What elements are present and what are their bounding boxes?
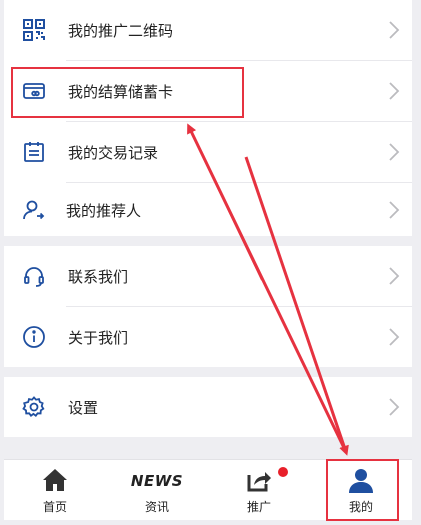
tab-label: 推广 bbox=[246, 500, 271, 514]
menu-item-label: 联系我们 bbox=[68, 267, 129, 286]
calendar-list-icon bbox=[24, 142, 44, 162]
qr-code-icon bbox=[23, 19, 45, 41]
chevron-right-icon bbox=[389, 267, 400, 285]
menu-item-label: 我的交易记录 bbox=[68, 143, 159, 162]
chevron-right-icon bbox=[389, 82, 400, 100]
chevron-right-icon bbox=[389, 398, 400, 416]
notification-dot bbox=[278, 467, 288, 477]
annotation-box-card bbox=[11, 67, 244, 118]
tab-news[interactable]: NEWS 资讯 bbox=[106, 460, 208, 520]
share-icon bbox=[247, 472, 271, 492]
menu-item-label: 关于我们 bbox=[68, 328, 129, 347]
chevron-right-icon bbox=[389, 201, 400, 219]
menu-item-about-us[interactable]: 关于我们 bbox=[4, 307, 412, 367]
tab-label: 资讯 bbox=[144, 500, 169, 514]
menu-item-promo-qrcode[interactable]: 我的推广二维码 bbox=[4, 0, 412, 60]
home-icon bbox=[43, 469, 67, 491]
menu-item-settings[interactable]: 设置 bbox=[4, 377, 412, 437]
annotation-box-mine-tab bbox=[326, 459, 399, 521]
tab-home[interactable]: 首页 bbox=[4, 460, 106, 520]
headset-icon bbox=[24, 267, 44, 287]
news-logo-icon: NEWS bbox=[130, 472, 184, 490]
referrer-icon bbox=[23, 200, 45, 220]
menu-item-label: 设置 bbox=[68, 398, 99, 417]
menu-item-label: 我的推荐人 bbox=[66, 201, 142, 220]
chevron-right-icon bbox=[389, 328, 400, 346]
info-icon bbox=[23, 326, 45, 348]
menu-item-label: 我的推广二维码 bbox=[68, 21, 174, 40]
chevron-right-icon bbox=[389, 143, 400, 161]
settings-gear-icon bbox=[22, 396, 45, 417]
tab-promote[interactable]: 推广 bbox=[208, 460, 310, 520]
menu-group-account: 我的推广二维码 我的结算储蓄卡 我的交易记录 我的推荐人 bbox=[4, 0, 412, 236]
menu-item-transaction-records[interactable]: 我的交易记录 bbox=[4, 122, 412, 182]
menu-group-contact: 联系我们 关于我们 bbox=[4, 246, 412, 367]
menu-item-referrer[interactable]: 我的推荐人 bbox=[4, 180, 412, 240]
chevron-right-icon bbox=[389, 21, 400, 39]
menu-item-contact-us[interactable]: 联系我们 bbox=[4, 246, 412, 306]
tab-label: 首页 bbox=[42, 500, 67, 514]
menu-group-settings: 设置 bbox=[4, 377, 412, 437]
